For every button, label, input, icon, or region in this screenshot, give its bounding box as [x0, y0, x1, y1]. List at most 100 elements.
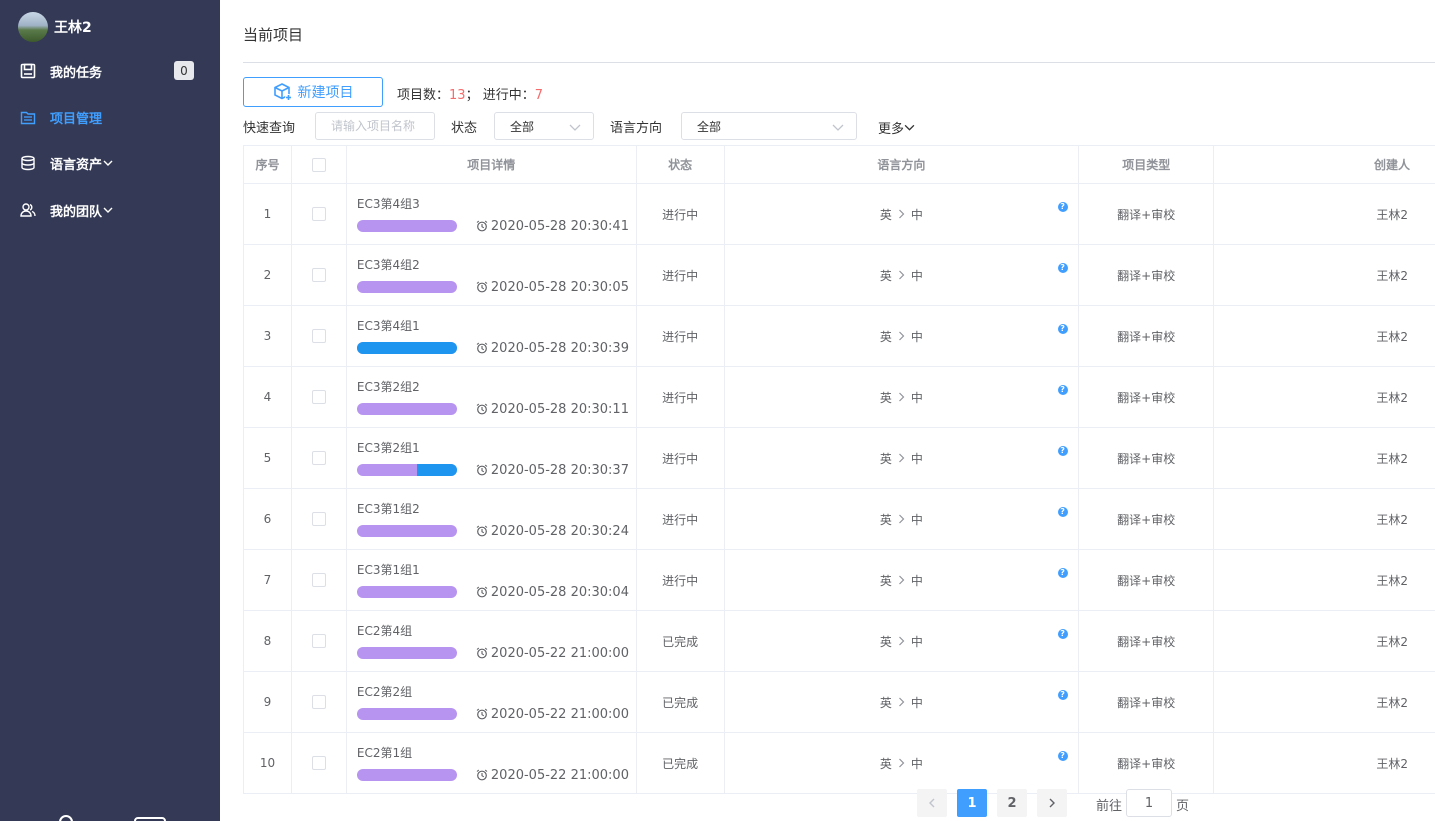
source-lang: 英	[879, 329, 892, 344]
project-detail-cell: EC2第1组 2020-05-22 21:00:00	[347, 733, 637, 793]
project-name-link[interactable]: EC2第1组	[357, 744, 412, 761]
deadline: 2020-05-28 20:30:39	[476, 341, 629, 356]
table-row[interactable]: 6 EC3第1组2 2020-05-28 20:30:24 进行中英中? 翻译+审校 王林…	[244, 489, 1435, 550]
lang-direction-select[interactable]: 全部	[681, 112, 857, 140]
project-name-link[interactable]: EC3第1组2	[357, 500, 420, 517]
status-cell: 已完成	[637, 611, 725, 671]
table-row[interactable]: 8 EC2第4组 2020-05-22 21:00:00 已完成英中? 翻译+审校 王林2	[244, 611, 1435, 672]
help-icon[interactable]	[59, 815, 73, 821]
row-select-cell	[292, 367, 347, 427]
project-type-cell: 翻译+审校	[1079, 733, 1215, 793]
avatar[interactable]	[18, 12, 48, 42]
sidebar: 王林2 我的任务 0 项目管理 语言资产 我的团队	[0, 0, 220, 821]
lang-pair: 英中	[880, 633, 923, 650]
chevron-down-icon	[569, 124, 581, 131]
lang-pair: 英中	[880, 450, 923, 467]
table-row[interactable]: 2 EC3第4组2 2020-05-28 20:30:05 进行中英中? 翻译+审校 王林…	[244, 245, 1435, 306]
project-name-link[interactable]: EC3第2组1	[357, 439, 420, 456]
project-name-search-input[interactable]	[315, 112, 435, 140]
chevron-left-icon	[929, 798, 935, 808]
row-checkbox[interactable]	[311, 451, 326, 465]
project-type-cell: 翻译+审校	[1079, 367, 1215, 427]
row-checkbox[interactable]	[311, 329, 326, 343]
row-checkbox[interactable]	[311, 268, 326, 282]
progress-row: 2020-05-28 20:30:24	[356, 524, 629, 539]
creator-cell: 王林2	[1376, 390, 1408, 405]
status-cell: 进行中	[637, 489, 725, 549]
row-checkbox[interactable]	[311, 512, 326, 526]
creator-cell: 王林2	[1376, 634, 1408, 649]
project-type-cell: 翻译+审校	[1079, 306, 1215, 366]
divider	[243, 62, 1435, 63]
col-header-no: 序号	[244, 146, 292, 183]
project-name-link[interactable]: EC3第4组3	[357, 195, 420, 212]
chevron-down-icon	[103, 158, 113, 168]
project-name-link[interactable]: EC3第1组1	[357, 561, 420, 578]
table-row[interactable]: 9 EC2第2组 2020-05-22 21:00:00 已完成英中? 翻译+审校 王林2	[244, 672, 1435, 733]
sidebar-item-language-assets[interactable]: 语言资产	[0, 150, 220, 176]
page-1-button[interactable]: 1	[957, 789, 987, 817]
page-2-button[interactable]: 2	[997, 789, 1027, 817]
table-row[interactable]: 3 EC3第4组1 2020-05-28 20:30:39 进行中英中? 翻译+审校 王林…	[244, 306, 1435, 367]
help-question-icon[interactable]: ?	[1057, 568, 1068, 578]
alarm-clock-icon	[476, 647, 488, 659]
status-filter-label: 状态	[451, 121, 478, 136]
row-checkbox[interactable]	[311, 207, 326, 221]
deadline-text: 2020-05-22 21:00:00	[490, 645, 629, 661]
row-select-cell	[292, 428, 347, 488]
row-number: 10	[244, 733, 292, 793]
sidebar-item-my-team[interactable]: 我的团队	[0, 197, 220, 223]
table-row[interactable]: 4 EC3第2组2 2020-05-28 20:30:11 进行中英中? 翻译+审校 王林…	[244, 367, 1435, 428]
help-question-icon[interactable]: ?	[1057, 324, 1068, 334]
project-name-link[interactable]: EC2第4组	[357, 622, 412, 639]
help-question-icon[interactable]: ?	[1057, 446, 1068, 456]
user-profile[interactable]: 王林2	[18, 12, 92, 42]
sidebar-item-my-tasks[interactable]: 我的任务 0	[0, 58, 220, 84]
row-number: 8	[244, 611, 292, 671]
row-checkbox[interactable]	[311, 634, 326, 648]
table-row[interactable]: 10 EC2第1组 2020-05-22 21:00:00 已完成英中? 翻译+审校 王林…	[244, 733, 1435, 794]
new-project-button[interactable]: 新建项目	[243, 77, 383, 107]
deadline: 2020-05-28 20:30:05	[476, 280, 629, 295]
row-checkbox[interactable]	[311, 756, 326, 770]
help-question-icon[interactable]: ?	[1057, 385, 1068, 395]
row-checkbox[interactable]	[311, 390, 326, 404]
settings-icon[interactable]	[134, 817, 166, 821]
table-row[interactable]: 5 EC3第2组1 2020-05-28 20:30:37 进行中英中? 翻译+审校 王林…	[244, 428, 1435, 489]
alarm-clock-icon	[476, 220, 488, 232]
select-all-checkbox[interactable]	[311, 157, 326, 172]
help-question-icon[interactable]: ?	[1057, 202, 1068, 212]
target-lang: 中	[910, 451, 923, 466]
project-name-link[interactable]: EC3第2组2	[357, 378, 420, 395]
project-name-link[interactable]: EC2第2组	[357, 683, 412, 700]
status-select[interactable]: 全部	[494, 112, 594, 140]
deadline-text: 2020-05-28 20:30:37	[490, 462, 629, 478]
project-detail-cell: EC3第2组2 2020-05-28 20:30:11	[347, 367, 637, 427]
sidebar-item-label: 我的团队	[50, 204, 103, 220]
next-page-button[interactable]	[1037, 789, 1067, 817]
row-number: 5	[244, 428, 292, 488]
more-filters-toggle[interactable]: 更多	[878, 118, 915, 137]
deadline: 2020-05-28 20:30:37	[476, 463, 629, 478]
chevron-down-icon	[103, 205, 113, 215]
help-question-icon[interactable]: ?	[1057, 507, 1068, 517]
prev-page-button[interactable]	[917, 789, 947, 817]
table-row[interactable]: 7 EC3第1组1 2020-05-28 20:30:04 进行中英中? 翻译+审校 王林…	[244, 550, 1435, 611]
arrow-right-icon	[898, 209, 905, 219]
help-question-icon[interactable]: ?	[1057, 751, 1068, 761]
alarm-clock-icon	[476, 342, 488, 354]
table-row[interactable]: 1 EC3第4组3 2020-05-28 20:30:41 进行中英中? 翻译+审校 王林…	[244, 184, 1435, 245]
help-question-icon[interactable]: ?	[1057, 263, 1068, 273]
sidebar-item-project-management[interactable]: 项目管理	[0, 104, 220, 130]
goto-page-input[interactable]	[1126, 789, 1172, 817]
target-lang: 中	[910, 634, 923, 649]
help-question-icon[interactable]: ?	[1057, 629, 1068, 639]
task-count-badge: 0	[174, 61, 194, 80]
project-name-link[interactable]: EC3第4组1	[357, 317, 420, 334]
row-checkbox[interactable]	[311, 573, 326, 587]
help-question-icon[interactable]: ?	[1057, 690, 1068, 700]
col-header-type: 项目类型	[1079, 146, 1215, 183]
row-checkbox[interactable]	[311, 695, 326, 709]
project-detail-cell: EC3第4组1 2020-05-28 20:30:39	[347, 306, 637, 366]
project-name-link[interactable]: EC3第4组2	[357, 256, 420, 273]
